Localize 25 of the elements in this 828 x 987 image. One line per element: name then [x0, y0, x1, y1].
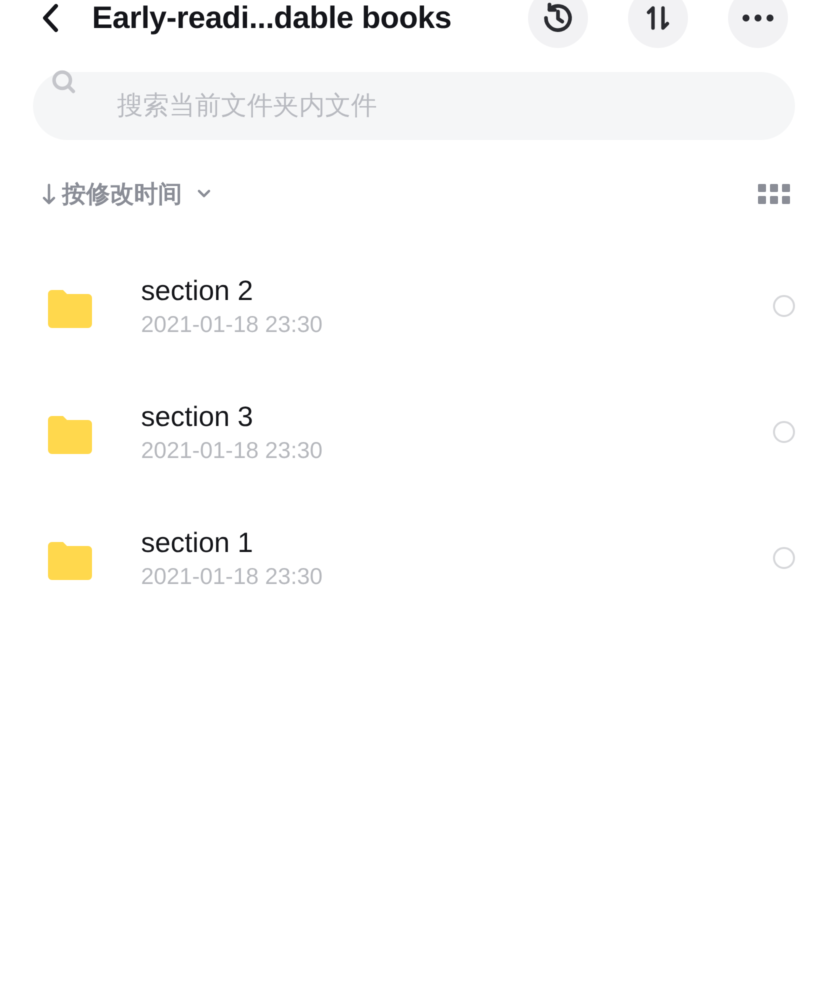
folder-name: section 2	[141, 274, 254, 306]
search-icon	[50, 68, 78, 96]
select-radio[interactable]	[773, 421, 795, 443]
back-icon	[41, 3, 59, 33]
down-arrow-icon	[42, 183, 56, 205]
select-radio[interactable]	[773, 295, 795, 317]
modified-date: 2021-01-18 23:30	[141, 310, 324, 338]
folder-icon	[48, 416, 92, 454]
sort-order-button[interactable]	[628, 0, 688, 48]
folder-title: Early-readi...dable books	[92, 0, 452, 36]
folder-icon	[48, 542, 92, 580]
more-button[interactable]	[728, 0, 788, 48]
history-icon	[541, 1, 575, 35]
grid-view-button[interactable]	[758, 184, 790, 204]
history-button[interactable]	[528, 0, 588, 48]
modified-date: 2021-01-18 23:30	[141, 436, 324, 464]
folder-name: section 1	[141, 526, 254, 558]
search-field[interactable]: 搜索当前文件夹内文件	[33, 72, 795, 140]
modified-date: 2021-01-18 23:30	[141, 562, 324, 590]
folder-name: section 3	[141, 400, 254, 432]
caret-icon	[196, 189, 212, 199]
more-icon	[742, 14, 774, 22]
folder-icon	[48, 290, 92, 328]
select-radio[interactable]	[773, 547, 795, 569]
grid-icon	[758, 184, 790, 204]
